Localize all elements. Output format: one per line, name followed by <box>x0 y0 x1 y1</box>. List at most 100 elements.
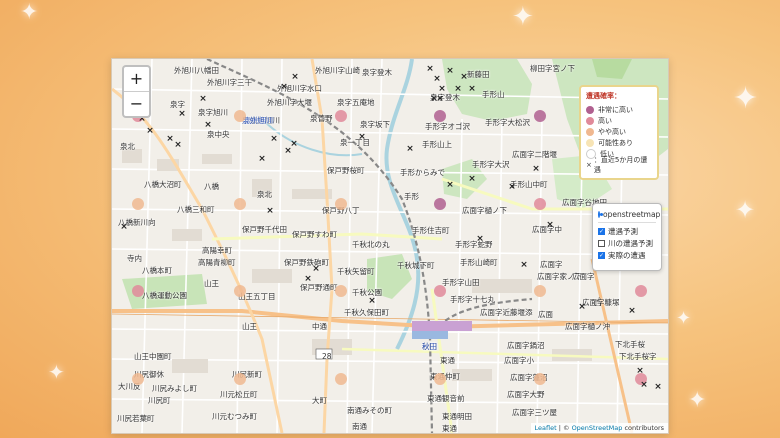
encounter-probability-marker[interactable] <box>234 198 246 210</box>
encounter-x-icon[interactable]: × <box>460 72 468 82</box>
sparkle-decoration: ✦ <box>48 360 65 384</box>
encounter-x-icon[interactable]: × <box>290 139 298 149</box>
encounter-probability-marker[interactable] <box>434 373 446 385</box>
encounter-probability-marker[interactable] <box>534 110 546 122</box>
recent-encounter-icon: × <box>586 160 592 169</box>
place-label: 手形字大沢 <box>472 160 510 169</box>
encounter-x-icon[interactable]: × <box>146 126 154 136</box>
legend-row: 高い <box>586 115 652 126</box>
encounter-x-icon[interactable]: × <box>426 64 434 74</box>
encounter-probability-marker[interactable] <box>132 373 144 385</box>
encounter-x-icon[interactable]: × <box>266 206 274 216</box>
encounter-x-icon[interactable]: × <box>520 260 528 270</box>
encounter-probability-marker[interactable] <box>434 285 446 297</box>
sparkle-decoration: ✦ <box>735 196 756 224</box>
place-label: 南通 <box>352 422 367 431</box>
checkbox-icon[interactable]: ✓ <box>598 251 605 259</box>
map-view[interactable]: 外旭川八幡田 外旭川字三千 外旭川字水口 外旭川字山崎 泉字登木 新藤田 柳田字宮ノ下 外旭川… <box>111 58 669 434</box>
encounter-probability-marker[interactable] <box>534 285 546 297</box>
encounter-probability-marker[interactable] <box>335 373 347 385</box>
overlay-layer-option[interactable]: ✓ 遭遇予測 <box>598 225 656 237</box>
encounter-x-icon[interactable]: × <box>433 74 441 84</box>
station-label: 泉外旭川 <box>242 116 272 125</box>
overlay-layer-option[interactable]: ✓ 実際の遭遇 <box>598 249 656 261</box>
place-label: 手形字十七丸 <box>450 295 495 304</box>
encounter-x-icon[interactable]: × <box>640 380 648 390</box>
encounter-x-icon[interactable]: × <box>438 84 446 94</box>
leaflet-link[interactable]: Leaflet <box>535 424 557 432</box>
encounter-x-icon[interactable]: × <box>291 72 299 82</box>
encounter-x-icon[interactable]: × <box>174 140 182 150</box>
place-label: 中通 <box>312 322 327 331</box>
encounter-probability-marker[interactable] <box>234 373 246 385</box>
legend-label: 非常に高い <box>598 105 633 114</box>
encounter-probability-marker[interactable] <box>234 110 246 122</box>
encounter-x-icon[interactable]: × <box>178 109 186 119</box>
place-label: 高陽青柳町 <box>198 258 236 267</box>
encounter-x-icon[interactable]: × <box>508 182 516 192</box>
place-label: 山王 <box>242 322 257 331</box>
encounter-x-icon[interactable]: × <box>166 134 174 144</box>
place-label: 外旭川八幡田 <box>174 66 219 75</box>
encounter-x-icon[interactable]: × <box>546 220 554 230</box>
layer-divider <box>598 222 656 223</box>
zoom-in-button[interactable]: + <box>124 67 149 91</box>
place-label: 泉字坂下 <box>360 120 390 129</box>
checkbox-icon[interactable] <box>598 239 605 247</box>
place-label: 外旭川字三千 <box>207 78 252 87</box>
place-label: 東通 <box>440 356 455 365</box>
legend-swatch <box>586 138 594 147</box>
place-label: 八橋 <box>204 182 219 191</box>
place-label: 広面 <box>538 310 553 319</box>
encounter-probability-marker[interactable] <box>132 285 144 297</box>
encounter-x-icon[interactable]: × <box>258 154 266 164</box>
encounter-probability-marker[interactable] <box>335 285 347 297</box>
encounter-probability-marker[interactable] <box>635 285 647 297</box>
radio-icon[interactable] <box>598 210 603 218</box>
encounter-x-icon[interactable]: × <box>636 366 644 376</box>
encounter-probability-marker[interactable] <box>335 110 347 122</box>
place-label: 広面字小 <box>504 356 534 365</box>
place-label: 八橋本町 <box>142 266 172 275</box>
checkbox-icon[interactable]: ✓ <box>598 227 605 235</box>
encounter-x-icon[interactable]: × <box>468 84 476 94</box>
encounter-probability-marker[interactable] <box>234 285 246 297</box>
encounter-legend: 遭遇確率： 非常に高い 高い やや高い 可能性あり 低い × ：直近5か月の遭遇 <box>579 85 659 180</box>
encounter-probability-marker[interactable] <box>434 198 446 210</box>
encounter-x-icon[interactable]: × <box>468 174 476 184</box>
encounter-x-icon[interactable]: × <box>280 82 288 92</box>
encounter-x-icon[interactable]: × <box>628 306 636 316</box>
place-label: 八橋運動公園 <box>142 291 187 300</box>
encounter-probability-marker[interactable] <box>534 198 546 210</box>
place-label: 千秋公園 <box>352 288 382 297</box>
encounter-x-icon[interactable]: × <box>446 66 454 76</box>
encounter-x-icon[interactable]: × <box>654 382 662 392</box>
base-layer-option[interactable]: openstreetmap <box>598 208 660 220</box>
encounter-x-icon[interactable]: × <box>368 296 376 306</box>
place-label: 広面字樋ノ下 <box>462 206 507 215</box>
encounter-probability-marker[interactable] <box>132 198 144 210</box>
encounter-probability-marker[interactable] <box>434 110 446 122</box>
encounter-x-icon[interactable]: × <box>578 302 586 312</box>
overlay-layer-option[interactable]: 川の遭遇予測 <box>598 237 656 249</box>
encounter-x-icon[interactable]: × <box>454 84 462 94</box>
encounter-x-icon[interactable]: × <box>406 144 414 154</box>
encounter-x-icon[interactable]: × <box>120 222 128 232</box>
encounter-probability-marker[interactable] <box>335 198 347 210</box>
encounter-x-icon[interactable]: × <box>532 164 540 174</box>
encounter-probability-marker[interactable] <box>534 373 546 385</box>
place-label: 外旭川字大堰 <box>267 98 312 107</box>
sparkle-decoration: ✦ <box>688 388 707 413</box>
zoom-out-button[interactable]: − <box>124 91 149 116</box>
encounter-x-icon[interactable]: × <box>304 274 312 284</box>
openstreetmap-link[interactable]: OpenStreetMap <box>572 424 623 432</box>
encounter-x-icon[interactable]: × <box>476 234 484 244</box>
encounter-x-icon[interactable]: × <box>199 94 207 104</box>
encounter-x-icon[interactable]: × <box>436 94 444 104</box>
encounter-x-icon[interactable]: × <box>204 120 212 130</box>
legend-row: 可能性あり <box>586 137 652 148</box>
encounter-x-icon[interactable]: × <box>270 134 278 144</box>
encounter-x-icon[interactable]: × <box>446 180 454 190</box>
encounter-x-icon[interactable]: × <box>312 264 320 274</box>
encounter-x-icon[interactable]: × <box>358 132 366 142</box>
